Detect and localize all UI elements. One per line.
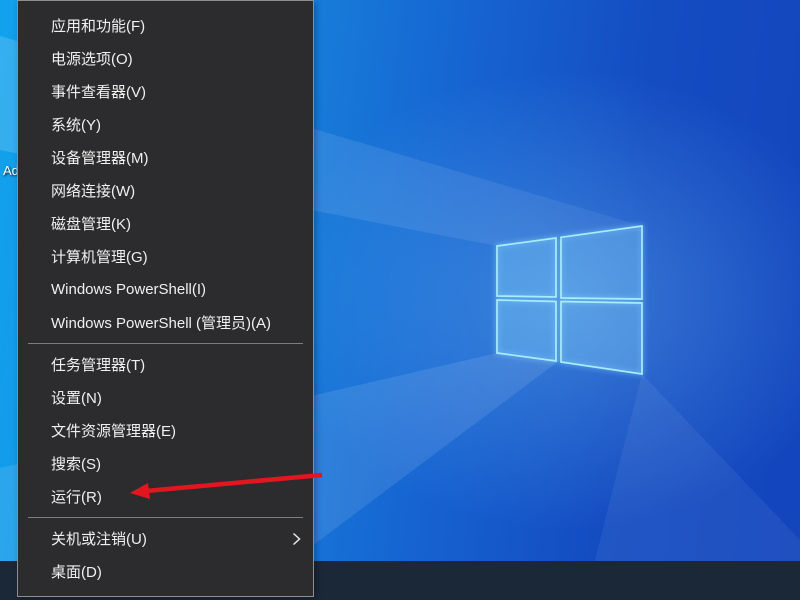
menu-item-label: 运行(R) (51, 486, 102, 507)
menu-item-label: 网络连接(W) (51, 180, 135, 201)
menu-item-task-manager[interactable]: 任务管理器(T) (18, 348, 313, 381)
menu-item-device-manager[interactable]: 设备管理器(M) (18, 141, 313, 174)
menu-item-label: 任务管理器(T) (51, 354, 145, 375)
menu-item-label: 关机或注销(U) (51, 528, 147, 549)
menu-item-label: 文件资源管理器(E) (51, 420, 176, 441)
menu-item-label: Windows PowerShell (管理员)(A) (51, 312, 271, 333)
menu-item-network-connections[interactable]: 网络连接(W) (18, 174, 313, 207)
menu-item-label: 应用和功能(F) (51, 15, 145, 36)
menu-item-powershell-admin[interactable]: Windows PowerShell (管理员)(A) (18, 306, 313, 339)
menu-item-label: 桌面(D) (51, 561, 102, 582)
menu-item-label: 系统(Y) (51, 114, 101, 135)
menu-item-powershell[interactable]: Windows PowerShell(I) (18, 273, 313, 306)
menu-item-power-options[interactable]: 电源选项(O) (18, 42, 313, 75)
menu-item-disk-management[interactable]: 磁盘管理(K) (18, 207, 313, 240)
menu-item-desktop[interactable]: 桌面(D) (18, 555, 313, 588)
menu-item-system[interactable]: 系统(Y) (18, 108, 313, 141)
menu-item-run[interactable]: 运行(R) (18, 480, 313, 513)
menu-separator (28, 517, 303, 518)
menu-item-label: 电源选项(O) (51, 48, 133, 69)
menu-item-label: 事件查看器(V) (51, 81, 146, 102)
menu-item-label: 磁盘管理(K) (51, 213, 131, 234)
menu-item-label: 设置(N) (51, 387, 102, 408)
menu-item-label: Windows PowerShell(I) (51, 281, 206, 298)
menu-item-event-viewer[interactable]: 事件查看器(V) (18, 75, 313, 108)
menu-item-label: 计算机管理(G) (51, 246, 148, 267)
menu-item-label: 搜索(S) (51, 453, 101, 474)
menu-item-shutdown-signout[interactable]: 关机或注销(U) (18, 522, 313, 555)
submenu-chevron-icon (292, 532, 301, 546)
menu-item-search[interactable]: 搜索(S) (18, 447, 313, 480)
menu-item-file-explorer[interactable]: 文件资源管理器(E) (18, 414, 313, 447)
winx-context-menu: 应用和功能(F) 电源选项(O) 事件查看器(V) 系统(Y) 设备管理器(M)… (17, 0, 314, 597)
menu-item-computer-management[interactable]: 计算机管理(G) (18, 240, 313, 273)
menu-item-label: 设备管理器(M) (51, 147, 149, 168)
menu-item-apps-features[interactable]: 应用和功能(F) (18, 9, 313, 42)
menu-item-settings[interactable]: 设置(N) (18, 381, 313, 414)
menu-separator (28, 343, 303, 344)
